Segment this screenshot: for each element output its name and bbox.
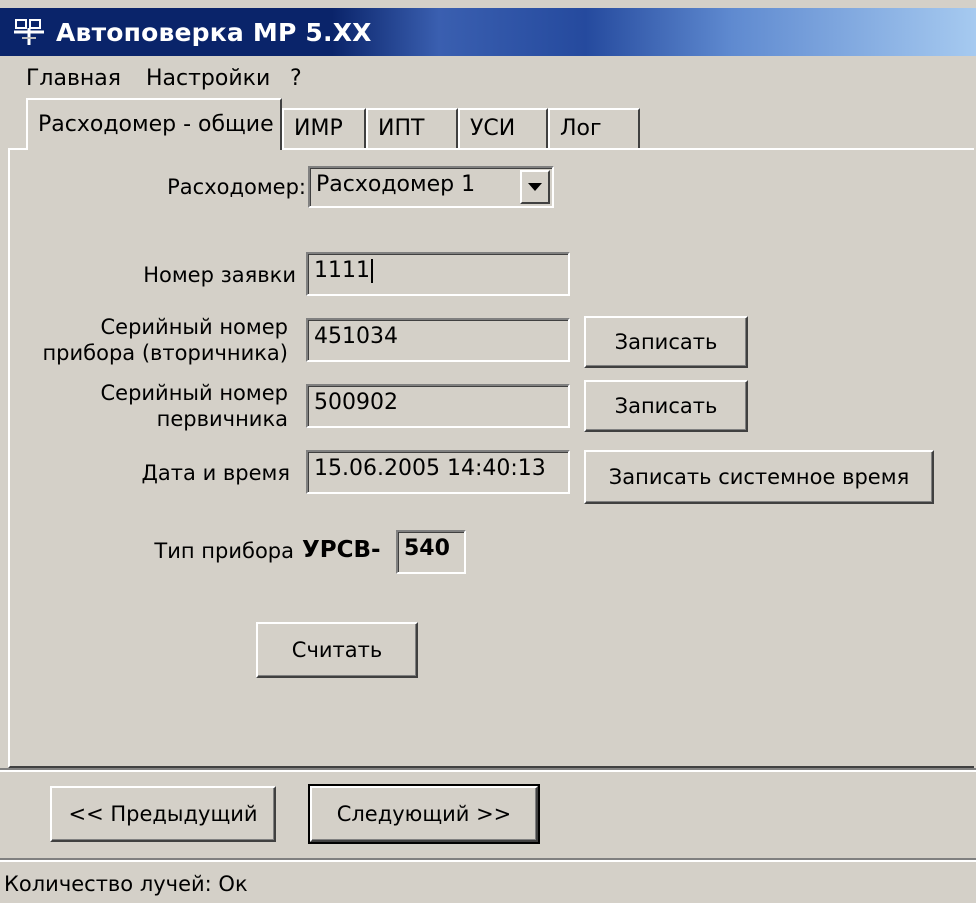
tab-ipt[interactable]: ИПТ [366,108,458,148]
window-title: Автоповерка МР 5.XX [56,18,372,47]
read-button[interactable]: Считать [256,622,418,678]
menu-item-settings[interactable]: Настройки [146,66,270,91]
tab-strip: Расходомер - общие ИМР ИПТ УСИ Лог [0,98,976,150]
separator [0,768,976,772]
request-number-label: Номер заявки [143,263,296,287]
serial-secondary-input[interactable]: 451034 [306,318,570,362]
serial-primary-input[interactable]: 500902 [306,384,570,428]
dropdown-button[interactable] [520,170,550,204]
next-button[interactable]: Следующий >> [308,784,540,844]
datetime-input[interactable]: 15.06.2005 14:40:13 [306,450,570,494]
write-serial-primary-button[interactable]: Записать [584,380,748,432]
write-serial-secondary-button[interactable]: Записать [584,316,748,368]
title-bar[interactable]: Автоповерка МР 5.XX [0,8,976,56]
tab-flowmeter-general[interactable]: Расходомер - общие [26,98,282,150]
menu-item-help[interactable]: ? [290,66,302,91]
status-text: Количество лучей: Ок [4,872,248,896]
device-type-input[interactable]: 540 [396,530,466,574]
menu-item-main[interactable]: Главная [26,66,121,91]
flowmeter-label: Расходомер: [167,175,306,199]
serial-secondary-label: Серийный номер прибора (вторичника) [40,314,288,366]
flowmeter-select-value: Расходомер 1 [316,172,476,197]
serial-primary-label-line2: первичника [156,407,288,431]
status-bar: Количество лучей: Ок [0,862,976,903]
request-number-input[interactable]: 1111 [306,252,570,296]
device-type-prefix: УРСВ- [302,537,381,563]
write-system-time-button[interactable]: Записать системное время [584,450,934,504]
flowmeter-select[interactable]: Расходомер 1 [308,166,554,208]
request-number-value: 1111 [314,258,370,283]
serial-secondary-label-line2: прибора (вторичника) [42,341,288,365]
serial-primary-label-line1: Серийный номер [100,381,288,405]
datetime-label: Дата и время [141,461,290,485]
serial-primary-label: Серийный номер первичника [40,380,288,432]
tab-usi[interactable]: УСИ [458,108,548,148]
previous-button[interactable]: << Предыдущий [50,786,276,842]
device-type-label: Тип прибора [154,539,294,563]
tab-log[interactable]: Лог [548,108,640,148]
text-caret [371,259,373,283]
chevron-down-icon [528,183,542,191]
app-icon [14,18,44,46]
menu-bar: Главная Настройки ? [0,58,976,98]
serial-secondary-label-line1: Серийный номер [100,315,288,339]
tab-imr[interactable]: ИМР [282,108,366,148]
main-window: Автоповерка МР 5.XX Главная Настройки ? … [0,0,976,903]
